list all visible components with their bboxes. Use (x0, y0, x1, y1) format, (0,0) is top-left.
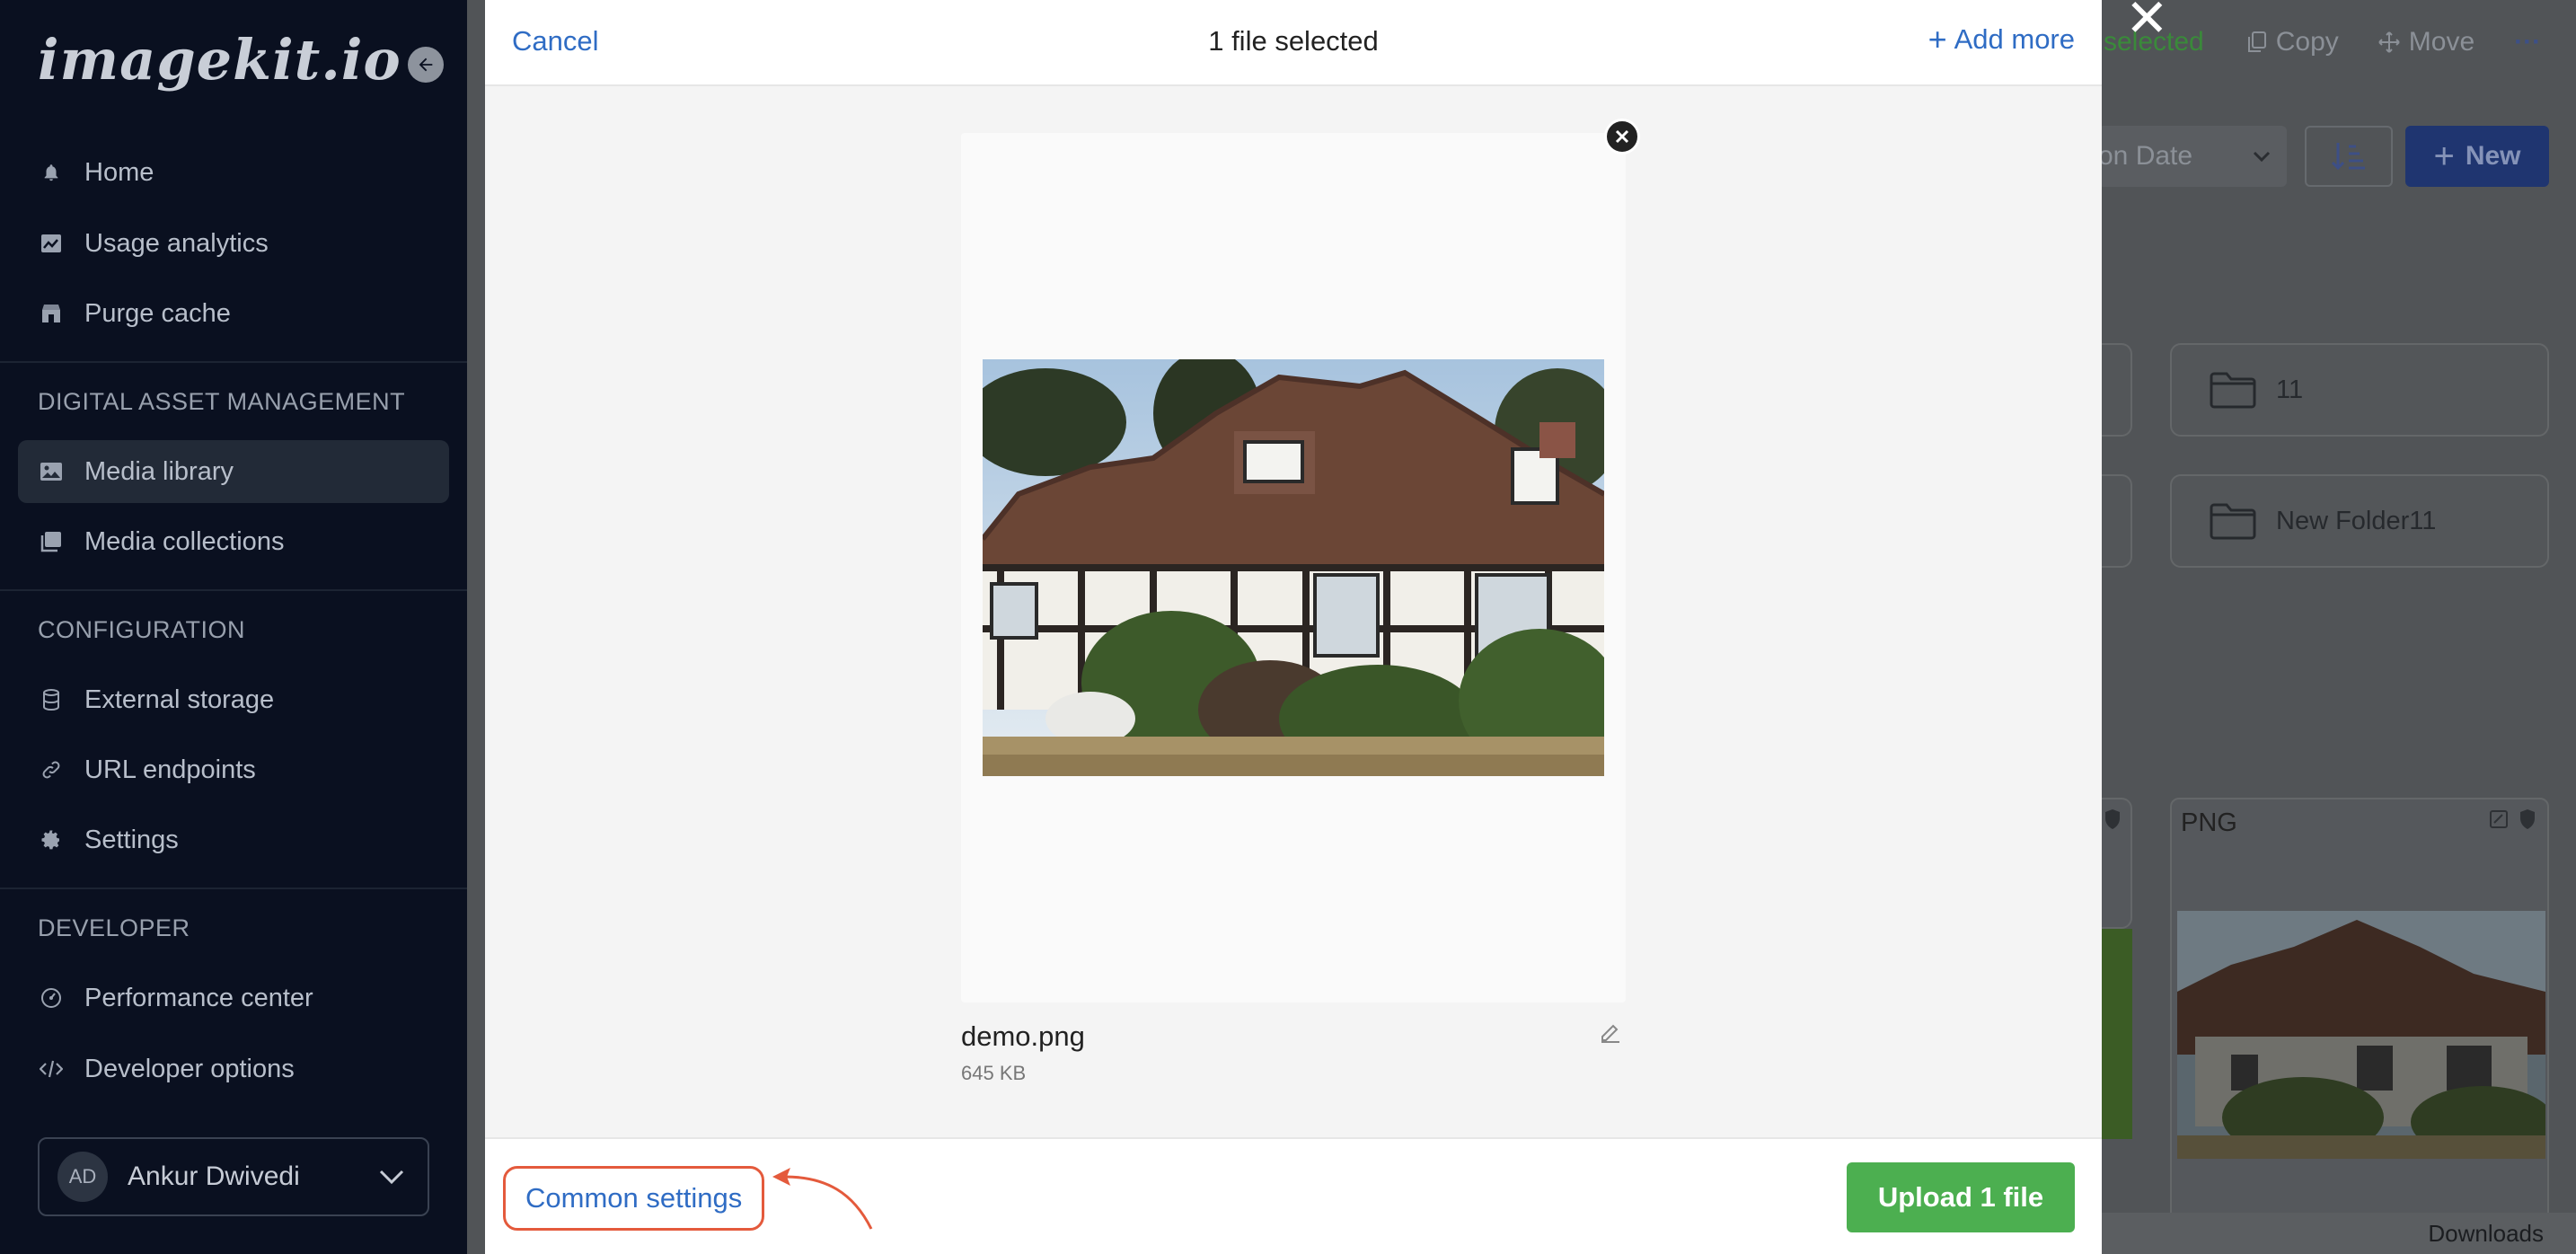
new-button[interactable]: + New (2405, 126, 2549, 187)
edit-filename-button[interactable] (1599, 1020, 1622, 1048)
sidebar-item-developer-options[interactable]: Developer options (18, 1038, 449, 1100)
sidebar-item-label: External storage (84, 684, 275, 714)
common-settings-button[interactable]: Common settings (503, 1166, 765, 1231)
database-icon (38, 686, 65, 713)
sidebar-item-label: Media library (84, 456, 234, 486)
sidebar-item-label: Home (84, 157, 154, 187)
sidebar-item-performance-center[interactable]: Performance center (18, 967, 449, 1029)
sidebar-item-label: Purge cache (84, 298, 231, 328)
sidebar: imagekit.io Home Usage analytics Purge c… (0, 0, 467, 1254)
sidebar-item-label: Media collections (84, 526, 285, 556)
close-icon[interactable]: ✕ (2125, 0, 2169, 49)
gauge-icon (38, 985, 65, 1011)
section-title-configuration: CONFIGURATION (38, 616, 245, 643)
sidebar-item-label: Developer options (84, 1054, 295, 1083)
plus-icon: + (1928, 21, 1947, 57)
file-preview-image (983, 359, 1604, 776)
arrow-left-icon (419, 57, 433, 72)
asset-card[interactable]: PNG (2170, 798, 2549, 1254)
upload-button[interactable]: Upload 1 file (1847, 1162, 2075, 1232)
file-name: demo.png (961, 1020, 1085, 1052)
sidebar-divider (0, 888, 467, 889)
chevron-down-icon (379, 1170, 404, 1185)
close-icon (1615, 129, 1629, 144)
copy-icon (2247, 31, 2266, 52)
sidebar-item-label: URL endpoints (84, 755, 256, 784)
move-icon (2378, 31, 2400, 53)
folder-name: New Folder11 (2276, 506, 2437, 535)
asset-thumbnail-partial (2098, 929, 2132, 1139)
sidebar-item-label: Performance center (84, 983, 313, 1012)
more-options-button[interactable]: ··· (2514, 27, 2541, 57)
sidebar-item-purge-cache[interactable]: Purge cache (18, 282, 449, 345)
folder-icon (2210, 503, 2256, 540)
edit-note-icon (2490, 810, 2508, 828)
chevron-down-icon (2253, 151, 2271, 163)
file-preview-card (961, 133, 1626, 1002)
sidebar-divider (0, 361, 467, 363)
annotation-arrow (772, 1168, 873, 1230)
modal-title: 1 file selected (1208, 25, 1379, 57)
downloads-bar[interactable]: Downloads (2098, 1213, 2576, 1254)
sidebar-item-url-endpoints[interactable]: URL endpoints (18, 738, 449, 801)
pencil-icon (1601, 1024, 1619, 1043)
sidebar-item-media-library[interactable]: Media library (18, 440, 449, 503)
chart-icon (38, 230, 65, 257)
folder-card[interactable]: 11 (2170, 343, 2549, 437)
folder-card-partial[interactable] (2098, 343, 2132, 437)
folder-icon (2210, 372, 2256, 409)
section-title-developer: DEVELOPER (38, 914, 190, 941)
sidebar-item-label: Settings (84, 825, 179, 854)
modal-footer: Common settings Upload 1 file (485, 1137, 2102, 1254)
collection-icon (38, 528, 65, 555)
shield-icon (2105, 809, 2120, 829)
sidebar-item-home[interactable]: Home (18, 141, 449, 204)
copy-button[interactable]: Copy (2247, 27, 2339, 57)
code-icon (38, 1055, 65, 1082)
sidebar-item-external-storage[interactable]: External storage (18, 668, 449, 731)
user-name: Ankur Dwivedi (128, 1161, 300, 1191)
gear-icon (38, 826, 65, 853)
shield-icon (2520, 809, 2535, 829)
add-more-button[interactable]: + Add more (1928, 23, 2075, 56)
sidebar-item-usage-analytics[interactable]: Usage analytics (18, 212, 449, 275)
folder-name: 11 (2276, 375, 2304, 404)
asset-thumbnail (2177, 911, 2545, 1159)
modal-header: Cancel 1 file selected + Add more (485, 0, 2102, 86)
plus-icon: + (2433, 136, 2455, 176)
folder-card-partial[interactable] (2098, 474, 2132, 568)
asset-card-partial[interactable] (2098, 798, 2132, 929)
sidebar-item-media-collections[interactable]: Media collections (18, 510, 449, 573)
collapse-sidebar-button[interactable] (408, 47, 444, 83)
remove-file-button[interactable] (1604, 119, 1640, 155)
folder-card[interactable]: New Folder11 (2170, 474, 2549, 568)
user-menu[interactable]: AD Ankur Dwivedi (38, 1137, 429, 1216)
sidebar-item-settings[interactable]: Settings (18, 808, 449, 871)
asset-format-label: PNG (2181, 808, 2237, 837)
bell-icon (38, 159, 65, 186)
file-size: 645 KB (961, 1062, 1027, 1084)
store-icon (38, 300, 65, 327)
sidebar-item-label: Usage analytics (84, 228, 269, 258)
avatar: AD (57, 1152, 108, 1202)
move-button[interactable]: Move (2378, 27, 2475, 57)
sort-select[interactable]: on Date (2098, 126, 2287, 187)
sort-direction-button[interactable] (2305, 126, 2393, 187)
sort-ascending-icon (2331, 143, 2365, 171)
upload-modal: Cancel 1 file selected + Add more demo.p… (485, 0, 2102, 1254)
sidebar-divider (0, 589, 467, 591)
section-title-dam: DIGITAL ASSET MANAGEMENT (38, 388, 406, 415)
link-icon (38, 756, 65, 783)
image-icon (38, 458, 65, 485)
imagekit-logo[interactable]: imagekit.io (38, 27, 401, 93)
